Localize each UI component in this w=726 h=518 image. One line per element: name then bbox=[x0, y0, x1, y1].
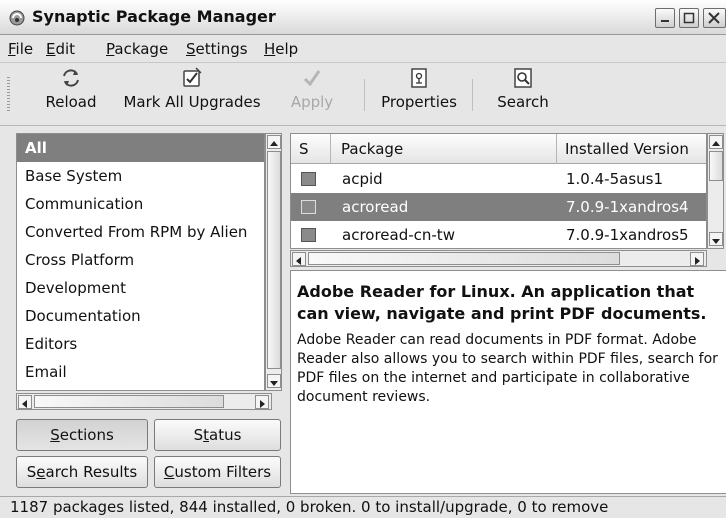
search-button[interactable]: Search bbox=[494, 67, 552, 111]
scroll-thumb[interactable] bbox=[709, 151, 723, 181]
status-filter-button[interactable]: Status bbox=[154, 419, 281, 451]
menu-settings[interactable]: Settings bbox=[186, 40, 248, 58]
section-item-development[interactable]: Development bbox=[17, 274, 264, 302]
column-header-package[interactable]: Package bbox=[331, 134, 557, 164]
scroll-thumb[interactable] bbox=[267, 151, 281, 369]
package-installed-version: 1.0.4-5asus1 bbox=[566, 170, 663, 188]
package-installed-version: 7.0.9-1xandros5 bbox=[566, 226, 689, 244]
toolbar-separator bbox=[472, 79, 473, 111]
column-header-installed-version[interactable]: Installed Version bbox=[557, 134, 706, 164]
sections-filter-button[interactable]: Sections bbox=[16, 419, 148, 451]
package-status-checkbox[interactable] bbox=[301, 228, 316, 242]
menu-bar: File Edit Package Settings Help bbox=[0, 36, 726, 62]
properties-label: Properties bbox=[381, 93, 457, 111]
sections-horizontal-scrollbar[interactable] bbox=[16, 393, 272, 410]
scroll-right-arrow-icon[interactable] bbox=[255, 395, 269, 409]
scroll-down-arrow-icon[interactable] bbox=[267, 374, 281, 388]
section-item-documentation[interactable]: Documentation bbox=[17, 302, 264, 330]
package-status-checkbox[interactable] bbox=[301, 200, 316, 214]
search-icon bbox=[514, 68, 532, 88]
package-name: acroread-cn-tw bbox=[342, 226, 455, 244]
close-button[interactable] bbox=[703, 8, 726, 28]
menu-package[interactable]: Package bbox=[106, 40, 168, 58]
section-item-base-system[interactable]: Base System bbox=[17, 162, 264, 190]
apply-label: Apply bbox=[290, 93, 334, 111]
scroll-thumb[interactable] bbox=[308, 252, 620, 265]
column-header-status[interactable]: S bbox=[291, 134, 331, 164]
scroll-thumb[interactable] bbox=[34, 395, 224, 408]
properties-icon bbox=[411, 68, 427, 88]
package-description-body: Adobe Reader can read documents in PDF f… bbox=[297, 332, 718, 405]
package-name: acpid bbox=[342, 170, 383, 188]
section-item-communication[interactable]: Communication bbox=[17, 190, 264, 218]
scroll-left-arrow-icon[interactable] bbox=[292, 252, 306, 266]
maximize-icon bbox=[683, 12, 695, 24]
package-row[interactable]: acpid 1.0.4-5asus1 bbox=[291, 165, 706, 193]
package-list-header: S Package Installed Version bbox=[291, 134, 706, 164]
close-icon bbox=[708, 12, 720, 24]
minimize-button[interactable] bbox=[655, 8, 675, 28]
scroll-left-arrow-icon[interactable] bbox=[18, 395, 32, 409]
section-item-converted-from-rpm[interactable]: Converted From RPM by Alien bbox=[17, 218, 264, 246]
maximize-button[interactable] bbox=[679, 8, 699, 28]
sections-list[interactable]: All Base System Communication Converted … bbox=[16, 133, 265, 391]
status-bar: 1187 packages listed, 844 installed, 0 b… bbox=[0, 496, 726, 518]
menu-edit[interactable]: Edit bbox=[46, 40, 75, 58]
mark-all-upgrades-label: Mark All Upgrades bbox=[123, 93, 261, 111]
search-label: Search bbox=[497, 93, 549, 111]
menu-file[interactable]: File bbox=[8, 40, 33, 58]
package-description-panel: Adobe Reader for Linux. An application t… bbox=[290, 270, 726, 494]
scroll-up-arrow-icon[interactable] bbox=[709, 135, 723, 149]
reload-icon bbox=[63, 69, 79, 87]
toolbar-grip[interactable] bbox=[7, 77, 10, 111]
section-item-cross-platform[interactable]: Cross Platform bbox=[17, 246, 264, 274]
properties-button[interactable]: Properties bbox=[378, 67, 460, 111]
title-bar: Synaptic Package Manager bbox=[0, 0, 726, 35]
package-horizontal-scrollbar[interactable] bbox=[290, 250, 707, 267]
toolbar-separator bbox=[364, 79, 365, 111]
package-list[interactable]: S Package Installed Version acpid 1.0.4-… bbox=[290, 133, 707, 249]
mark-all-upgrades-icon bbox=[183, 67, 202, 87]
window-title: Synaptic Package Manager bbox=[32, 7, 276, 26]
package-installed-version: 7.0.9-1xandros4 bbox=[566, 198, 689, 216]
reload-button[interactable]: Reload bbox=[40, 67, 102, 111]
search-results-filter-button[interactable]: Search Results bbox=[16, 456, 148, 488]
scroll-down-arrow-icon[interactable] bbox=[709, 232, 723, 246]
minimize-icon bbox=[661, 20, 669, 22]
custom-filters-button[interactable]: Custom Filters bbox=[154, 456, 281, 488]
section-item-all[interactable]: All bbox=[17, 134, 264, 162]
apply-checkmark-icon bbox=[303, 70, 321, 87]
package-row[interactable]: acroread 7.0.9-1xandros4 bbox=[291, 193, 706, 221]
scroll-up-arrow-icon[interactable] bbox=[267, 135, 281, 149]
toolbar: Reload Mark All Upgrades Apply Propertie… bbox=[0, 62, 726, 126]
scroll-right-arrow-icon[interactable] bbox=[690, 252, 704, 266]
reload-label: Reload bbox=[45, 93, 97, 111]
package-name: acroread bbox=[342, 198, 409, 216]
section-item-email[interactable]: Email bbox=[17, 358, 264, 386]
package-vertical-scrollbar[interactable] bbox=[707, 133, 724, 249]
menu-help[interactable]: Help bbox=[264, 40, 298, 58]
apply-button[interactable]: Apply bbox=[288, 67, 336, 111]
package-status-checkbox[interactable] bbox=[301, 172, 316, 186]
package-row[interactable]: acroread-cn-tw 7.0.9-1xandros5 bbox=[291, 221, 706, 248]
synaptic-icon bbox=[9, 10, 25, 26]
package-description-title: Adobe Reader for Linux. An application t… bbox=[297, 282, 707, 323]
section-item-editors[interactable]: Editors bbox=[17, 330, 264, 358]
mark-all-upgrades-button[interactable]: Mark All Upgrades bbox=[122, 67, 262, 111]
sections-vertical-scrollbar[interactable] bbox=[265, 133, 282, 391]
